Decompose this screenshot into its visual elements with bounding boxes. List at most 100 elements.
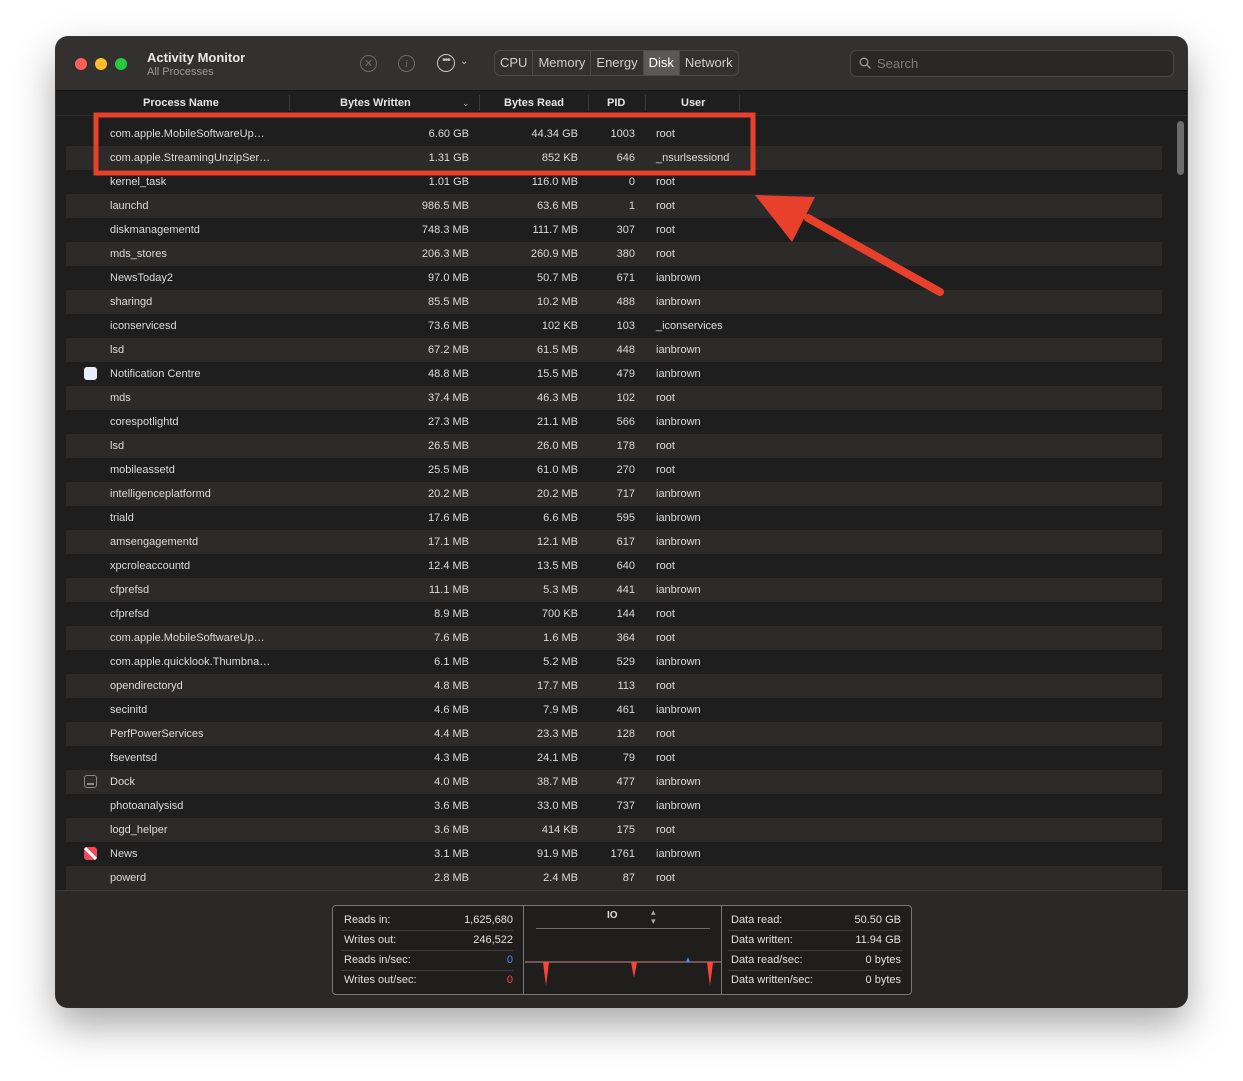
pid-cell: 0	[628, 176, 635, 188]
search-field[interactable]	[850, 50, 1174, 77]
user-cell: _iconservices	[656, 320, 723, 332]
column-divider[interactable]	[588, 95, 589, 111]
user-cell: ianbrown	[656, 848, 701, 860]
bytes-written-cell: 4.3 MB	[434, 752, 469, 764]
column-header-bytes-read[interactable]: Bytes Read	[504, 91, 564, 115]
table-row[interactable]: cfprefsd 11.1 MB 5.3 MB 441 ianbrown	[66, 578, 1162, 602]
user-cell: root	[656, 824, 675, 836]
tab-disk[interactable]: Disk	[643, 51, 680, 75]
table-row[interactable]: logd_helper 3.6 MB 414 KB 175 root	[66, 818, 1162, 842]
chart-selector-label[interactable]: IO	[607, 910, 618, 921]
bytes-written-cell: 1.01 GB	[428, 176, 469, 188]
search-input[interactable]	[877, 51, 1167, 76]
process-name-cell: com.apple.quicklook.Thumbna…	[110, 656, 271, 668]
table-row[interactable]: mobileassetd 25.5 MB 61.0 MB 270 root	[66, 458, 1162, 482]
bytes-read-cell: 15.5 MB	[537, 368, 578, 380]
user-cell: root	[656, 248, 675, 260]
table-row[interactable]: launchd 986.5 MB 63.6 MB 1 root	[66, 194, 1162, 218]
table-row[interactable]: Notification Centre 48.8 MB 15.5 MB 479 ianb…	[66, 362, 1162, 386]
data-read-per-sec-stat: Data read/sec: 0 bytes	[731, 954, 901, 966]
tab-energy[interactable]: Energy	[591, 51, 644, 75]
chevron-updown-icon[interactable]: ▴ ▾	[651, 908, 656, 926]
bytes-read-cell: 26.0 MB	[537, 440, 578, 452]
bytes-written-cell: 4.4 MB	[434, 728, 469, 740]
table-row[interactable]: xpcroleaccountd 12.4 MB 13.5 MB 640 root	[66, 554, 1162, 578]
user-cell: ianbrown	[656, 656, 701, 668]
table-row[interactable]: News 3.1 MB 91.9 MB 1761 ianbrown	[66, 842, 1162, 866]
process-name-cell: opendirectoryd	[110, 680, 183, 692]
table-row[interactable]: Dock 4.0 MB 38.7 MB 477 ianbrown	[66, 770, 1162, 794]
process-name-cell: logd_helper	[110, 824, 168, 836]
chart-top-line	[536, 928, 710, 929]
bytes-read-cell: 38.7 MB	[537, 776, 578, 788]
user-cell: root	[656, 752, 675, 764]
table-row[interactable]: corespotlightd 27.3 MB 21.1 MB 566 ianbrown	[66, 410, 1162, 434]
table-row[interactable]: secinitd 4.6 MB 7.9 MB 461 ianbrown	[66, 698, 1162, 722]
pid-cell: 1003	[610, 128, 635, 140]
user-cell: root	[656, 176, 675, 188]
column-divider[interactable]	[289, 95, 290, 111]
table-row[interactable]: kernel_task 1.01 GB 116.0 MB 0 root	[66, 170, 1162, 194]
data-written-per-sec-stat: Data written/sec: 0 bytes	[731, 974, 901, 986]
bytes-read-cell: 111.7 MB	[532, 224, 578, 236]
table-row[interactable]: triald 17.6 MB 6.6 MB 595 ianbrown	[66, 506, 1162, 530]
table-row[interactable]: sharingd 85.5 MB 10.2 MB 488 ianbrown	[66, 290, 1162, 314]
column-divider[interactable]	[479, 95, 480, 111]
column-header-user[interactable]: User	[681, 91, 705, 115]
user-cell: ianbrown	[656, 704, 701, 716]
view-subtitle[interactable]: All Processes	[147, 66, 214, 78]
inspect-process-button[interactable]: i	[398, 55, 415, 72]
column-divider[interactable]	[739, 95, 740, 111]
column-header-pid[interactable]: PID	[607, 91, 625, 115]
tab-memory[interactable]: Memory	[533, 51, 592, 75]
table-row[interactable]: photoanalysisd 3.6 MB 33.0 MB 737 ianbrown	[66, 794, 1162, 818]
table-row[interactable]: cfprefsd 8.9 MB 700 KB 144 root	[66, 602, 1162, 626]
table-row[interactable]: iconservicesd 73.6 MB 102 KB 103 _iconservic…	[66, 314, 1162, 338]
vertical-scrollbar[interactable]	[1176, 119, 1185, 889]
column-divider[interactable]	[645, 95, 646, 111]
table-row[interactable]: lsd 67.2 MB 61.5 MB 448 ianbrown	[66, 338, 1162, 362]
table-row[interactable]: lsd 26.5 MB 26.0 MB 178 root	[66, 434, 1162, 458]
table-row[interactable]: diskmanagementd 748.3 MB 111.7 MB 307 root	[66, 218, 1162, 242]
chevron-down-icon[interactable]: ⌄	[460, 56, 468, 67]
pid-cell: 477	[616, 776, 635, 788]
data-read-stat: Data read: 50.50 GB	[731, 914, 901, 926]
process-name-cell: cfprefsd	[110, 608, 150, 620]
column-header-bytes-written[interactable]: Bytes Written	[340, 91, 411, 115]
table-row[interactable]: com.apple.MobileSoftwareUp… 7.6 MB 1.6 MB 3…	[66, 626, 1162, 650]
tab-cpu[interactable]: CPU	[495, 51, 534, 75]
table-row[interactable]: mds_stores 206.3 MB 260.9 MB 380 root	[66, 242, 1162, 266]
pid-cell: 1	[628, 200, 635, 212]
table-row[interactable]: amsengagementd 17.1 MB 12.1 MB 617 ianbrown	[66, 530, 1162, 554]
table-row[interactable]: PerfPowerServices 4.4 MB 23.3 MB 128 root	[66, 722, 1162, 746]
user-cell: root	[656, 440, 675, 452]
bytes-read-cell: 116.0 MB	[531, 176, 578, 188]
table-header: Process Name Bytes Written ⌄ Bytes Read …	[56, 91, 1187, 116]
tab-network[interactable]: Network	[680, 51, 738, 75]
table-row[interactable]: opendirectoryd 4.8 MB 17.7 MB 113 root	[66, 674, 1162, 698]
table-row[interactable]: com.apple.StreamingUnzipSer… 1.31 GB 852 K…	[66, 146, 1162, 170]
table-row[interactable]: mds 37.4 MB 46.3 MB 102 root	[66, 386, 1162, 410]
table-row[interactable]: com.apple.MobileSoftwareUp… 6.60 GB 44.34 …	[66, 122, 1162, 146]
process-name-cell: Dock	[110, 776, 136, 788]
reads-in-per-sec-stat: Reads in/sec: 0	[344, 954, 513, 966]
table-row[interactable]: intelligenceplatformd 20.2 MB 20.2 MB 717 ia…	[66, 482, 1162, 506]
write-spike	[707, 962, 713, 986]
column-header-process-name[interactable]: Process Name	[143, 91, 219, 115]
more-options-button[interactable]: •••	[437, 54, 455, 72]
table-row[interactable]: com.apple.quicklook.Thumbna… 6.1 MB 5.2 MB…	[66, 650, 1162, 674]
close-window-button[interactable]	[75, 58, 87, 70]
minimize-window-button[interactable]	[95, 58, 107, 70]
toolbar: Activity Monitor All Processes ✕ i ••• ⌄…	[56, 37, 1187, 91]
process-name-cell: powerd	[110, 872, 147, 884]
process-name-cell: mds	[110, 392, 131, 404]
scrollbar-thumb[interactable]	[1177, 121, 1184, 175]
stop-process-button[interactable]: ✕	[360, 55, 377, 72]
pid-cell: 144	[616, 608, 635, 620]
zoom-window-button[interactable]	[115, 58, 127, 70]
table-row[interactable]: powerd 2.8 MB 2.4 MB 87 root	[66, 866, 1162, 890]
table-row[interactable]: NewsToday2 97.0 MB 50.7 MB 671 ianbrown	[66, 266, 1162, 290]
user-cell: ianbrown	[656, 272, 701, 284]
table-row[interactable]: fseventsd 4.3 MB 24.1 MB 79 root	[66, 746, 1162, 770]
pid-cell: 128	[616, 728, 635, 740]
